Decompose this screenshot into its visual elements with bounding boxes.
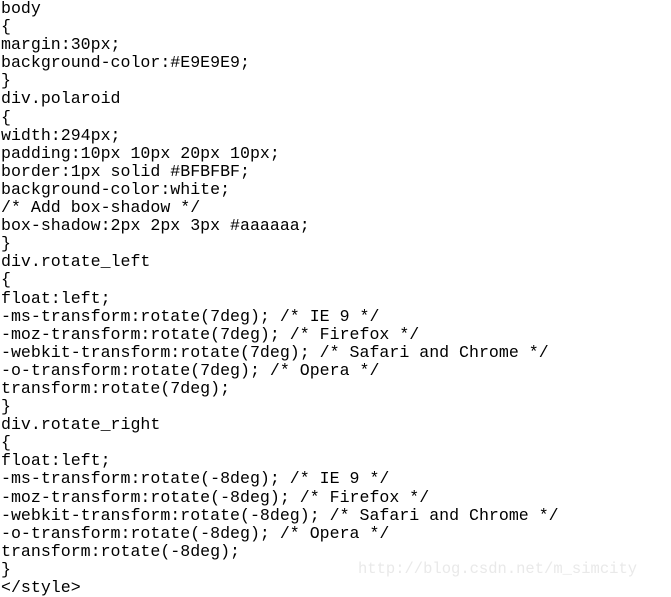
code-line: -moz-transform:rotate(-8deg); /* Firefox… <box>1 487 430 507</box>
code-line: -webkit-transform:rotate(-8deg); /* Safa… <box>1 505 559 525</box>
code-line: -o-transform:rotate(7deg); /* Opera */ <box>1 360 380 380</box>
code-line: } <box>1 559 11 579</box>
code-line: } <box>1 234 11 254</box>
code-line: margin:30px; <box>1 35 121 55</box>
code-line: } <box>1 397 11 417</box>
code-line: transform:rotate(7deg); <box>1 378 231 398</box>
code-line: body <box>1 0 41 18</box>
code-line: float:left; <box>1 451 111 471</box>
code-line: </style> <box>1 578 81 597</box>
code-line: float:left; <box>1 288 111 308</box>
code-line: background-color:#E9E9E9; <box>1 53 250 73</box>
code-line: box-shadow:2px 2px 3px #aaaaaa; <box>1 216 310 236</box>
code-line: -webkit-transform:rotate(7deg); /* Safar… <box>1 342 549 362</box>
code-line: { <box>1 433 11 453</box>
code-line: div.rotate_left <box>1 252 151 272</box>
code-line: -o-transform:rotate(-8deg); /* Opera */ <box>1 523 390 543</box>
code-line: transform:rotate(-8deg); <box>1 541 240 561</box>
code-line: padding:10px 10px 20px 10px; <box>1 143 280 163</box>
code-line: } <box>1 71 11 91</box>
code-line: /* Add box-shadow */ <box>1 198 201 218</box>
code-line: { <box>1 17 11 37</box>
code-text-block: body{margin:30px; background-color:#E9E9E… <box>1 0 559 597</box>
code-line: -ms-transform:rotate(7deg); /* IE 9 */ <box>1 306 380 326</box>
code-line: div.rotate_right <box>1 415 161 435</box>
code-listing: body{margin:30px; background-color:#E9E9E… <box>0 0 671 597</box>
code-line: -moz-transform:rotate(7deg); /* Firefox … <box>1 324 420 344</box>
code-line: background-color:white; <box>1 179 231 199</box>
code-line: { <box>1 107 11 127</box>
code-line: width:294px; <box>1 125 121 145</box>
code-line: { <box>1 270 11 290</box>
code-line: border:1px solid #BFBFBF; <box>1 161 250 181</box>
code-line: -ms-transform:rotate(-8deg); /* IE 9 */ <box>1 469 390 489</box>
code-line: div.polaroid <box>1 89 121 109</box>
